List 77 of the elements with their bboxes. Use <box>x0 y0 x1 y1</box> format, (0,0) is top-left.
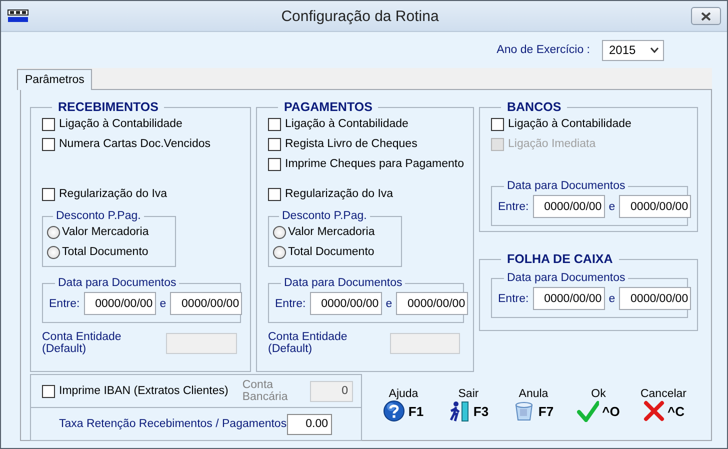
field-label: Conta Entidade (Default) <box>42 331 122 355</box>
radio-label: Total Documento <box>288 246 374 258</box>
group-title: Data para Documentos <box>506 272 626 284</box>
group-title: Desconto P.Pag. <box>281 210 368 222</box>
toolbar-button[interactable]: Cancelar ^C <box>636 388 691 441</box>
toolbar-button[interactable]: Ajuda F1 <box>376 388 431 441</box>
group-title: Data para Documentos <box>283 277 404 289</box>
date-field[interactable]: 0000/00/00 <box>532 287 605 310</box>
section-title: BANCOS <box>506 100 562 114</box>
date-field[interactable]: 0000/00/00 <box>170 292 242 315</box>
help-icon <box>383 400 406 422</box>
field-label: Taxa Retenção Recebimentos / Pagamentos <box>59 418 287 430</box>
radio-button[interactable] <box>273 226 286 238</box>
tab[interactable]: Parâmetros <box>17 69 92 90</box>
input-field[interactable]: 0.00 <box>287 414 332 434</box>
chevron-down-icon <box>650 47 659 53</box>
checkbox[interactable] <box>42 188 55 200</box>
close-button[interactable] <box>691 7 721 25</box>
group-title: Data para Documentos <box>506 180 626 192</box>
radio-label: Valor Mercadoria <box>62 226 149 238</box>
radio-button[interactable] <box>47 246 60 258</box>
field-label: e <box>608 200 616 212</box>
checkbox[interactable] <box>42 118 55 130</box>
checkbox-label: Imprime Cheques para Pagamento <box>285 158 464 170</box>
year-label: Ano de Exercício : <box>496 44 590 56</box>
checkbox[interactable] <box>42 384 55 398</box>
radio-label: Total Documento <box>62 246 148 258</box>
checkmark-icon <box>577 400 600 422</box>
field-label: Entre: <box>498 292 529 304</box>
app-icon <box>7 9 29 23</box>
checkbox-label: Ligação Imediata <box>508 138 596 150</box>
field-label: Conta Entidade (Default) <box>268 331 348 355</box>
checkbox[interactable] <box>42 138 55 150</box>
checkbox[interactable] <box>491 118 504 130</box>
checkbox-label: Regista Livro de Cheques <box>285 138 418 150</box>
cross-icon <box>642 400 664 422</box>
date-field[interactable]: 0000/00/00 <box>84 292 156 315</box>
section-title: FOLHA DE CAIXA <box>506 252 614 266</box>
date-field[interactable]: 0000/00/00 <box>310 292 382 315</box>
field-label: Entre: <box>275 298 306 310</box>
radio-button[interactable] <box>273 246 286 258</box>
checkbox[interactable] <box>268 118 281 130</box>
checkbox[interactable] <box>268 188 281 200</box>
checkbox-label: Ligação à Contabilidade <box>508 118 632 130</box>
checkbox[interactable] <box>268 158 281 170</box>
radio-label: Valor Mercadoria <box>288 226 375 238</box>
date-field[interactable]: 0000/00/00 <box>619 195 692 218</box>
close-icon <box>701 12 711 20</box>
field-label: e <box>386 298 392 310</box>
checkbox-label: Numera Cartas Doc.Vencidos <box>59 138 210 150</box>
checkbox-label: Regularização do Iva <box>59 188 168 200</box>
date-field[interactable]: 0000/00/00 <box>396 292 468 315</box>
toolbar-button[interactable]: Sair F3 <box>441 388 496 441</box>
year-dropdown[interactable]: 2015 <box>602 40 664 60</box>
walking-figure-icon <box>448 400 470 422</box>
checkbox-label: Ligação à Contabilidade <box>59 118 182 130</box>
radio-button[interactable] <box>47 226 60 238</box>
field-label: e <box>160 298 166 310</box>
checkbox-label: Regularização do Iva <box>285 188 394 200</box>
field-label: Entre: <box>498 200 529 212</box>
group-title: Data para Documentos <box>57 277 178 289</box>
toolbar-button[interactable]: Ok ^O <box>571 388 626 441</box>
date-field[interactable]: 0000/00/00 <box>619 287 692 310</box>
group-title: Desconto P.Pag. <box>55 210 142 222</box>
checkbox[interactable] <box>268 138 281 150</box>
date-field[interactable]: 0000/00/00 <box>532 195 605 218</box>
section-title: RECEBIMENTOS <box>57 100 160 114</box>
input-field[interactable]: 0 <box>310 380 353 402</box>
checkbox-label: Ligação à Contabilidade <box>285 118 408 130</box>
window-title: Configuração da Rotina <box>280 8 440 24</box>
field-label: Conta Bancária <box>242 379 289 403</box>
bin-icon <box>513 400 536 422</box>
field-label: e <box>608 292 616 304</box>
section-title: PAGAMENTOS <box>283 100 374 114</box>
checkbox-label: Imprime IBAN (Extratos Clientes) <box>59 385 228 397</box>
field-label: Entre: <box>49 298 80 310</box>
toolbar-button[interactable]: Anula F7 <box>506 388 561 441</box>
